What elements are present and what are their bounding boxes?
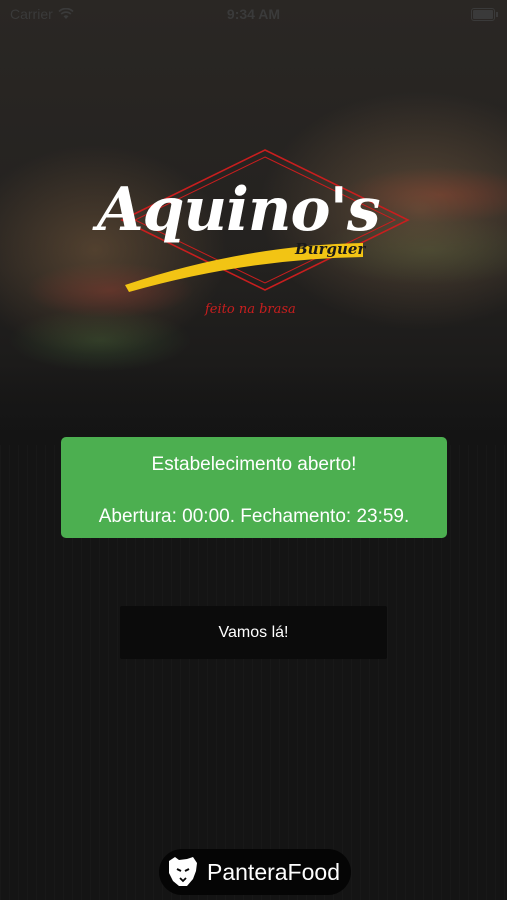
status-bar: Carrier 9:34 AM [0,0,507,28]
brand-name: PanteraFood [207,858,340,885]
store-opening-hours: Abertura: 00:00. Fechamento: 23:59. [98,506,410,527]
logo-subtitle: Burguer [295,240,366,258]
clock: 9:34 AM [226,6,281,22]
panther-icon [169,857,197,886]
battery-icon [471,8,498,21]
store-status-title: Estabelecimento aberto! [151,454,357,475]
logo-tagline: feito na brasa [205,302,296,317]
brand-logo: Aquino's Burguer feito na brasa [95,145,415,325]
store-status-card: Estabelecimento aberto! Abertura: 00:00.… [61,437,447,538]
panterafood-badge: PanteraFood [159,849,351,895]
enter-button[interactable]: Vamos lá! [120,606,387,659]
logo-wordmark: Aquino's [97,175,381,245]
